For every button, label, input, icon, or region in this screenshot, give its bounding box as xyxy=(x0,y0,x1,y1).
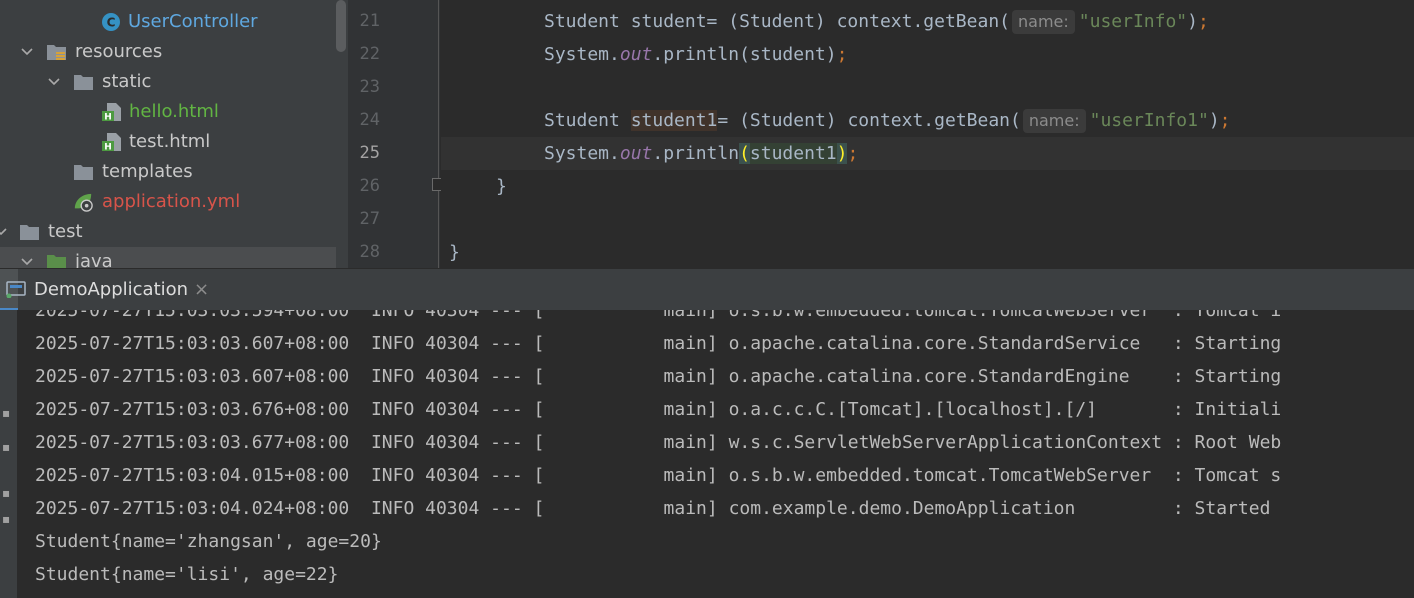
log-line: 2025-07-27T15:03:03.607+08:00 INFO 40304… xyxy=(35,333,1282,354)
toolbar-glyph-icon[interactable]: ▪ xyxy=(2,512,14,526)
log-line: 2025-07-27T15:03:03.677+08:00 INFO 40304… xyxy=(35,432,1282,453)
java-class-icon: C xyxy=(102,13,120,31)
gutter-separator xyxy=(438,0,439,268)
toolbar-glyph-icon[interactable]: ▪ xyxy=(2,406,14,420)
close-icon[interactable]: × xyxy=(194,269,209,311)
code-text: System. xyxy=(544,143,620,164)
run-tab-demoapplication[interactable]: DemoApplication × xyxy=(0,269,209,311)
tree-item-label: application.yml xyxy=(102,191,241,212)
static-field: out xyxy=(619,143,653,164)
code-line-26: } xyxy=(441,170,1414,203)
toolbar-glyph-icon[interactable]: ▪ xyxy=(2,440,14,454)
run-config-icon xyxy=(6,281,26,298)
tree-item-usercontroller[interactable]: C UserController xyxy=(0,7,336,37)
run-tool-window-header: DemoApplication × xyxy=(0,268,1414,311)
svg-text:H: H xyxy=(104,143,112,153)
log-line: 2025-07-27T15:03:03.607+08:00 INFO 40304… xyxy=(35,366,1282,387)
string-literal: "userInfo1" xyxy=(1089,110,1209,131)
resources-folder-icon xyxy=(47,45,66,60)
project-tree: C UserController resources static H hell… xyxy=(0,0,348,268)
argument-highlight: student1 xyxy=(749,143,837,164)
tree-item-label: test xyxy=(48,221,83,242)
folder-icon xyxy=(74,165,93,180)
chevron-down-icon[interactable] xyxy=(20,255,34,268)
run-tab-label: DemoApplication xyxy=(34,279,189,300)
log-line: 2025-07-27T15:03:03.676+08:00 INFO 40304… xyxy=(35,399,1282,420)
static-field: out xyxy=(619,44,653,65)
matched-paren-open: ( xyxy=(739,143,750,164)
tree-item-templates[interactable]: templates xyxy=(0,157,336,187)
tree-item-java[interactable]: java xyxy=(0,247,336,268)
code-text: ) xyxy=(1187,11,1198,32)
variable-highlight: student1 xyxy=(630,110,718,131)
code-text: } xyxy=(449,242,460,263)
tree-item-label: static xyxy=(102,71,152,92)
tree-item-resources[interactable]: resources xyxy=(0,37,336,67)
log-line: 2025-07-27T15:03:04.024+08:00 INFO 40304… xyxy=(35,498,1271,519)
code-line-21: Student student= (Student) context.getBe… xyxy=(441,5,1414,38)
line-number: 28 xyxy=(359,242,380,262)
log-line: 2025-07-27T15:03:03.594+08:00 INFO 40304… xyxy=(35,310,1282,321)
folder-icon xyxy=(74,75,93,90)
tree-item-label: UserController xyxy=(128,11,258,32)
editor-gutter: 21 22 23 24 25 26 27 28 xyxy=(348,0,440,268)
string-literal: "userInfo" xyxy=(1078,11,1188,32)
code-text: Student xyxy=(544,110,631,131)
code-text: ) xyxy=(1208,110,1220,131)
code-text: Student student= (Student) context.getBe… xyxy=(544,11,1010,32)
folder-icon xyxy=(20,225,39,240)
tree-item-label: test.html xyxy=(129,131,211,152)
chevron-down-icon[interactable] xyxy=(47,75,61,89)
line-number: 24 xyxy=(359,110,380,130)
parameter-hint: name: xyxy=(1012,10,1075,34)
code-line-24: Student student1= (Student) context.getB… xyxy=(441,104,1414,137)
semicolon: ; xyxy=(847,143,859,164)
program-output-line: Student{name='zhangsan', age=20} xyxy=(35,531,382,552)
svg-text:H: H xyxy=(104,113,112,123)
semicolon: ; xyxy=(1219,110,1231,131)
html-file-icon: H xyxy=(102,133,121,153)
svg-text:C: C xyxy=(107,16,116,30)
chevron-down-icon[interactable] xyxy=(20,45,34,59)
tree-item-test[interactable]: test xyxy=(0,217,336,247)
code-line-25: System.out.println(student1); xyxy=(441,137,1414,170)
tree-item-label: templates xyxy=(102,161,193,182)
tree-item-hello-html[interactable]: H hello.html xyxy=(0,97,336,127)
toolbar-glyph-icon[interactable]: ▪ xyxy=(2,486,14,500)
line-number-current: 25 xyxy=(359,143,380,163)
line-number: 21 xyxy=(359,11,380,31)
tree-item-application-yml[interactable]: application.yml xyxy=(0,187,336,217)
semicolon: ; xyxy=(836,44,848,65)
line-number: 22 xyxy=(359,44,380,64)
line-number: 26 xyxy=(359,176,380,196)
code-editor[interactable]: Student student= (Student) context.getBe… xyxy=(441,0,1414,268)
tree-item-label: java xyxy=(75,251,113,268)
project-tree-scrollbar[interactable] xyxy=(336,0,346,52)
log-line: 2025-07-27T15:03:04.015+08:00 INFO 40304… xyxy=(35,465,1282,486)
html-file-icon: H xyxy=(102,103,121,123)
tree-item-label: resources xyxy=(75,41,163,62)
tree-item-static[interactable]: static xyxy=(0,67,336,97)
code-text: } xyxy=(496,176,507,197)
code-text: = (Student) context.getBean( xyxy=(717,110,1021,131)
spring-config-icon xyxy=(74,193,93,212)
java-source-folder-icon xyxy=(47,255,66,268)
code-line-22: System.out.println(student); xyxy=(441,38,1414,71)
chevron-down-icon[interactable] xyxy=(0,225,8,239)
parameter-hint: name: xyxy=(1022,109,1086,133)
tree-item-label: hello.html xyxy=(129,101,219,122)
tree-item-test-html[interactable]: H test.html xyxy=(0,127,336,157)
code-line-28: } xyxy=(441,236,1414,268)
code-text: System. xyxy=(544,44,620,65)
program-output-line: Student{name='lisi', age=22} xyxy=(35,564,339,585)
matched-paren-close: ) xyxy=(836,143,848,164)
code-text: .println(student) xyxy=(652,44,837,65)
console-output[interactable]: 2025-07-27T15:03:03.594+08:00 INFO 40304… xyxy=(17,310,1414,598)
line-number: 23 xyxy=(359,77,380,97)
line-number: 27 xyxy=(359,209,380,229)
code-text: .println xyxy=(652,143,740,164)
semicolon: ; xyxy=(1197,11,1209,32)
run-toolbar-strip: ▪ ▪ ▪ ▪ xyxy=(0,310,17,598)
